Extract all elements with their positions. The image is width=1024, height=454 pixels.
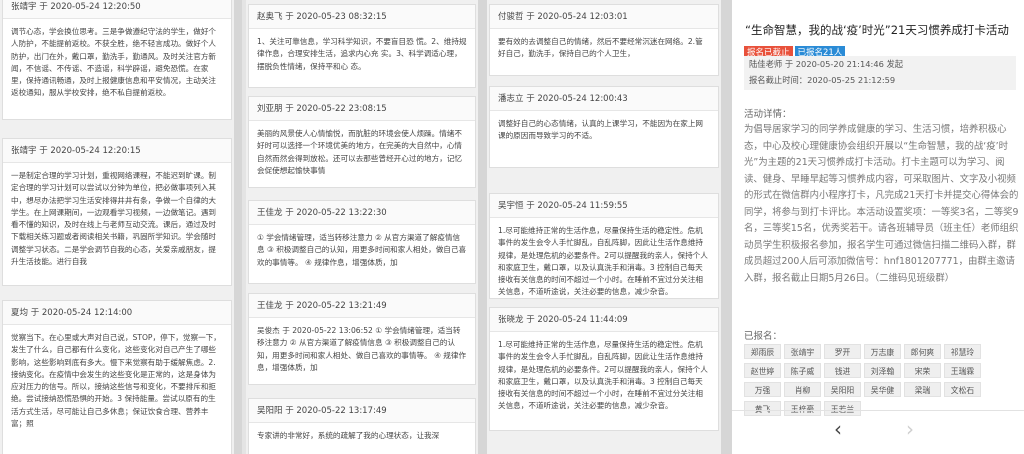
signed-name-tag: 钱进 xyxy=(824,363,861,378)
detail-text: 为倡导居家学习的同学养成健康的学习、生活习惯，培养积极心态，中心及校心理健康协会… xyxy=(744,124,1019,284)
signed-name-tag: 王梓豪 xyxy=(784,401,821,416)
post-text: 调整好自己的心态情绪，认真的上课学习，不能因为在家上网课的原因而导致学习的不适。 xyxy=(498,119,704,141)
post-text: 吴俊杰 于 2020-05-22 13:06:52 ① 学会情绪管理，适当转移注… xyxy=(257,326,467,372)
post-author-line: 吴阳阳 于 2020-05-22 13:17:49 xyxy=(249,399,475,423)
post-author-line: 张靖宇 于 2020-05-24 12:20:50 xyxy=(3,0,231,19)
posts-column-3: 付骏哲 于 2020-05-24 12:03:01 要有效的去调整自己的情绪，然… xyxy=(487,0,721,454)
post-author-line: 夏均 于 2020-05-24 12:14:00 xyxy=(3,301,231,325)
post-card[interactable]: 张晓龙 于 2020-05-24 11:44:09 1.尽可能维持正常的生活作息… xyxy=(489,307,719,431)
signed-name-tag: 王若兰 xyxy=(824,401,861,416)
post-card[interactable]: 夏均 于 2020-05-24 12:14:00 觉察当下。在心里或大声对自己说… xyxy=(2,300,232,454)
detail-label: 活动详情： xyxy=(744,109,792,120)
post-card[interactable]: 张靖宇 于 2020-05-24 12:20:50 调节心态，学会换位思考。三是… xyxy=(2,0,232,120)
post-card[interactable]: 王佳龙 于 2020-05-22 13:22:30 ① 学会情绪管理，适当转移注… xyxy=(248,200,476,284)
signed-name-tag: 郑雨辰 xyxy=(744,344,781,359)
post-card[interactable]: 刘亚朋 于 2020-05-22 23:08:15 美丽的风景使人心情愉悦，而肮… xyxy=(248,96,476,188)
post-text: 1.尽可能维持正常的生活作息，尽量保持生活的稳定性。危机事件的发生会令人手忙脚乱… xyxy=(498,226,708,297)
post-text: 1、关注可靠信息，学习科学知识，不要盲目恐 慌。2、维持规律作息，合理安排生活，… xyxy=(257,37,467,71)
post-text: 1.尽可能维持正常的生活作息，尽量保持生活的稳定性。危机事件的发生会令人手忙脚乱… xyxy=(498,340,708,411)
post-card[interactable]: 赵奥飞 于 2020-05-23 08:32:15 1、关注可靠信息，学习科学知… xyxy=(248,4,476,88)
post-text: 一是制定合理的学习计划，重视网络课程，不能迟到旷课。制定合理的学习计划可以尝试以… xyxy=(11,171,217,267)
signed-name-tag: 郎何爽 xyxy=(904,344,941,359)
signed-label: 已报名： xyxy=(744,331,783,342)
signed-name-tag: 黄飞 xyxy=(744,401,781,416)
post-author-line: 张靖宇 于 2020-05-24 12:20:15 xyxy=(3,139,231,163)
post-author-line: 刘亚朋 于 2020-05-22 23:08:15 xyxy=(249,97,475,121)
chevron-left-icon[interactable]: ‹ xyxy=(834,418,842,440)
post-author-line: 付骏哲 于 2020-05-24 12:03:01 xyxy=(490,5,718,29)
post-text: ① 学会情绪管理，适当转移注意力 ② 从官方渠道了解疫情信息 ③ 积极调整自己的… xyxy=(257,233,467,267)
post-author-line: 张晓龙 于 2020-05-24 11:44:09 xyxy=(490,308,718,332)
post-card[interactable]: 张靖宇 于 2020-05-24 12:20:15 一是制定合理的学习计划，重视… xyxy=(2,138,232,286)
post-author-line: 王佳龙 于 2020-05-22 13:21:49 xyxy=(249,294,475,318)
deadline-line: 报名截止时间：2020-05-25 21:12:59 xyxy=(749,75,896,85)
signed-name-tag: 张靖宇 xyxy=(784,344,821,359)
signed-name-tag: 宋荣 xyxy=(904,363,941,378)
signed-name-tag: 祁慧玲 xyxy=(944,344,981,359)
post-text: 觉察当下。在心里或大声对自己说，STOP，停下，觉察一下，发生了什么，自己都有什… xyxy=(11,333,221,429)
signed-name-tag: 刘泽翰 xyxy=(864,363,901,378)
posts-column-1: 张靖宇 于 2020-05-24 12:20:50 调节心态，学会换位思考。三是… xyxy=(0,0,234,454)
post-card[interactable]: 潘志立 于 2020-05-24 12:00:43 调整好自己的心态情绪，认真的… xyxy=(489,86,719,168)
signed-name-tag: 赵世婷 xyxy=(744,363,781,378)
post-card[interactable]: 吴阳阳 于 2020-05-22 13:17:49 专家讲的非常好，系统的疏解了… xyxy=(248,398,476,454)
post-text: 要有效的去调整自己的情绪，然后不要经常沉迷在网络。2.管好自己，勤洗手，保持自己… xyxy=(498,37,703,59)
post-card[interactable]: 王佳龙 于 2020-05-22 13:21:49 吴俊杰 于 2020-05-… xyxy=(248,293,476,385)
signed-name-tag: 吴华健 xyxy=(864,382,901,397)
signed-name-tag: 梁瑞 xyxy=(904,382,941,397)
publisher-line: 陆佳老师 于 2020-05-20 21:14:46 发起 xyxy=(749,59,904,69)
signed-name-tag: 吴阳阳 xyxy=(824,382,861,397)
signed-name-tag: 文松石 xyxy=(944,382,981,397)
signed-name-tag: 万强 xyxy=(744,382,781,397)
post-author-line: 赵奥飞 于 2020-05-23 08:32:15 xyxy=(249,5,475,29)
post-author-line: 吴宇恒 于 2020-05-24 11:59:55 xyxy=(490,194,718,218)
post-author-line: 潘志立 于 2020-05-24 12:00:43 xyxy=(490,87,718,111)
signed-name-tag: 罗开 xyxy=(824,344,861,359)
post-text: 专家讲的非常好，系统的疏解了我的心理状态，让我深 xyxy=(257,431,440,440)
panel-divider xyxy=(732,410,1024,411)
posts-column-2: 赵奥飞 于 2020-05-23 08:32:15 1、关注可靠信息，学习科学知… xyxy=(246,0,478,454)
post-card[interactable]: 吴宇恒 于 2020-05-24 11:59:55 1.尽可能维持正常的生活作息… xyxy=(489,193,719,299)
post-text: 调节心态，学会换位思考。三是争做遵纪守法的学生，做好个人防护，不能提前返校。不获… xyxy=(11,27,217,98)
signed-name-tag: 陈子威 xyxy=(784,363,821,378)
activity-meta: 陆佳老师 于 2020-05-20 21:14:46 发起 报名截止时间：202… xyxy=(744,56,1016,90)
chevron-right-icon[interactable]: › xyxy=(906,418,914,440)
post-text: 美丽的风景使人心情愉悦，而肮脏的环境会使人烦躁。情绪不好时可以选择一个环境优美的… xyxy=(257,129,463,175)
signed-names-list: 郑雨辰 张靖宇 罗开 万志康 郎何爽 祁慧玲赵世婷 陈子威 钱进 刘泽翰 宋荣 王瑞霖万强 肖柳 吴阳阳… xyxy=(744,344,1014,420)
signed-name-tag: 肖柳 xyxy=(784,382,821,397)
signed-name-tag: 王瑞霖 xyxy=(944,363,981,378)
column-gap xyxy=(721,0,732,454)
post-card[interactable]: 付骏哲 于 2020-05-24 12:03:01 要有效的去调整自己的情绪，然… xyxy=(489,4,719,76)
column-gap xyxy=(478,0,487,454)
post-author-line: 王佳龙 于 2020-05-22 13:22:30 xyxy=(249,201,475,225)
column-gap xyxy=(234,0,242,454)
activity-title: “生命智慧，我的战‘疫’时光”21天习惯养成打卡活动 xyxy=(745,23,1009,37)
signed-name-tag: 万志康 xyxy=(864,344,901,359)
